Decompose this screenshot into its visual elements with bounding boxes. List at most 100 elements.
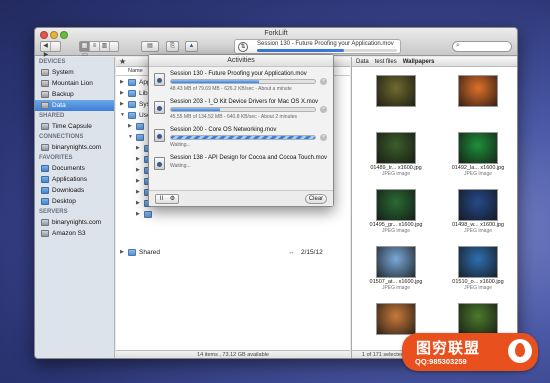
- activity-progress-bar: [170, 79, 316, 84]
- activity-name: Session 130 - Future Proofing your Appli…: [170, 71, 307, 77]
- thumbnail-item[interactable]: 01495_gr... x1600.jpg JPEG image: [356, 183, 436, 239]
- disclosure-triangle-icon[interactable]: ▶: [120, 77, 124, 88]
- gear-icon[interactable]: ⚙: [167, 195, 178, 203]
- activity-name: Session 200 - Core OS Networking.mov: [170, 127, 277, 133]
- sidebar-item[interactable]: Applications: [35, 174, 114, 185]
- sidebar-item[interactable]: Downloads: [35, 185, 114, 196]
- folder-icon: [128, 90, 136, 97]
- folder-icon: [128, 112, 136, 119]
- quicktime-file-icon: [154, 73, 165, 86]
- folder-icon: [136, 134, 144, 141]
- breadcrumb-item[interactable]: Data: [356, 59, 369, 65]
- pause-icon[interactable]: II: [156, 195, 167, 203]
- disclosure-triangle-icon[interactable]: ▶: [136, 187, 140, 198]
- back-forward-control[interactable]: ◀▶: [40, 41, 61, 58]
- thumbnail-item[interactable]: 01498_w... x1600.jpg JPEG image: [438, 183, 517, 239]
- cancel-activity-icon[interactable]: ×: [320, 134, 327, 141]
- thumbnail-kind: JPEG image: [381, 285, 411, 291]
- sidebar-item-label: Mountain Lion: [52, 80, 93, 87]
- name-column-header[interactable]: Name: [128, 68, 143, 74]
- thumbnail-image: [458, 75, 498, 107]
- activities-footer: II ⚙ Clear: [149, 190, 333, 206]
- list-view-icon[interactable]: ≡: [90, 42, 100, 51]
- breadcrumb-item[interactable]: Wallpapers: [403, 59, 435, 65]
- breadcrumb-item[interactable]: test files: [375, 59, 397, 65]
- server-icon: [41, 144, 49, 151]
- thumbnail-item[interactable]: 01510_o... x1600.jpg JPEG image: [438, 240, 517, 296]
- thumbnail-item[interactable]: 01492_la... x1600.jpg JPEG image: [438, 126, 517, 182]
- network-icon: [41, 123, 49, 130]
- sidebar-item-label: binarynights.com: [52, 144, 102, 151]
- upload-button[interactable]: ▲: [185, 41, 198, 52]
- folder-icon: [136, 123, 144, 130]
- thumbnail-item[interactable]: [438, 69, 517, 125]
- thumbnail-item[interactable]: [356, 69, 436, 125]
- thumbnail-image: [458, 132, 498, 164]
- sidebar-item[interactable]: Documents: [35, 163, 114, 174]
- right-file-pane: Data test files Wallpapers 01489_tr... x16…: [351, 57, 517, 358]
- sidebar-item[interactable]: Data: [35, 100, 114, 111]
- clear-button[interactable]: Clear: [305, 194, 327, 204]
- sidebar-item-label: Backup: [52, 91, 74, 98]
- sidebar-item[interactable]: Amazon S3: [35, 228, 114, 239]
- action-menu-button[interactable]: ▤: [141, 41, 159, 52]
- file-row[interactable]: ▶: [116, 209, 350, 220]
- disclosure-triangle-icon[interactable]: ▶: [136, 143, 140, 154]
- column-view-icon[interactable]: ▥: [100, 42, 110, 51]
- activity-item: Session 138 - API Design for Cocoa and C…: [152, 154, 330, 182]
- sidebar-item-label: Applications: [52, 176, 88, 183]
- disclosure-triangle-icon[interactable]: ▶: [120, 247, 124, 258]
- disclosure-triangle-icon[interactable]: ▶: [136, 176, 140, 187]
- thumbnail-image: [458, 189, 498, 221]
- sidebar-item-label: Downloads: [52, 187, 85, 194]
- sync-button[interactable]: ⎘: [166, 41, 179, 52]
- disclosure-triangle-icon[interactable]: ▶: [136, 198, 140, 209]
- disk-icon: [41, 102, 49, 109]
- disclosure-triangle-icon[interactable]: ▶: [136, 209, 140, 220]
- thumbnail-image: [376, 246, 416, 278]
- folder-icon: [128, 249, 136, 256]
- sidebar-item[interactable]: Desktop: [35, 196, 114, 207]
- activity-status-indicator[interactable]: ⇅ Session 130 - Future Proofing your App…: [234, 39, 401, 54]
- left-status-bar: 14 items , 73.12 GB available: [116, 350, 350, 358]
- cancel-activity-icon[interactable]: ×: [320, 106, 327, 113]
- file-name: Lib: [139, 90, 148, 97]
- favorite-star-icon[interactable]: ★: [119, 57, 126, 66]
- sidebar-item[interactable]: System: [35, 67, 114, 78]
- cancel-activity-icon[interactable]: ×: [320, 78, 327, 85]
- search-field[interactable]: ⌕: [452, 41, 512, 52]
- disclosure-triangle-icon[interactable]: ▼: [120, 110, 125, 121]
- disclosure-triangle-icon[interactable]: ▼: [128, 132, 133, 143]
- thumbnail-item[interactable]: 01507_at... x1600.jpg JPEG image: [356, 240, 436, 296]
- disclosure-triangle-icon[interactable]: ▶: [136, 165, 140, 176]
- pause-control[interactable]: II ⚙: [155, 194, 179, 204]
- server-icon: [41, 219, 49, 226]
- folder-icon: [41, 198, 49, 205]
- disclosure-triangle-icon[interactable]: ▶: [136, 154, 140, 165]
- sidebar-item[interactable]: binarynights.com: [35, 142, 114, 153]
- disk-icon: [41, 69, 49, 76]
- folder-icon: [128, 79, 136, 86]
- view-mode-control[interactable]: ▦ ≡ ▥▭: [79, 41, 119, 58]
- sidebar-item[interactable]: Mountain Lion: [35, 78, 114, 89]
- thumbnail-kind: JPEG image: [463, 171, 493, 177]
- quicktime-file-icon: [154, 101, 165, 114]
- disk-icon: [41, 80, 49, 87]
- activity-detail: 45.55 MB of 134.52 MB - 640.8 KB/sec - A…: [170, 114, 298, 120]
- sidebar-item[interactable]: binarynights.com: [35, 217, 114, 228]
- back-button[interactable]: ◀: [41, 42, 51, 51]
- disclosure-triangle-icon[interactable]: ▶: [120, 88, 124, 99]
- sidebar: DEVICES System Mountain Lion Backup Data SHAR…: [35, 57, 115, 358]
- activity-item: Session 200 - Core OS Networking.mov × Wai…: [152, 126, 330, 154]
- sidebar-item-label: System: [52, 69, 74, 76]
- thumbnail-item[interactable]: 01489_tr... x1600.jpg JPEG image: [356, 126, 436, 182]
- action-icon: ▤: [147, 43, 153, 49]
- disclosure-triangle-icon[interactable]: ▶: [128, 121, 132, 132]
- disclosure-triangle-icon[interactable]: ▶: [120, 99, 124, 110]
- sidebar-item[interactable]: Backup: [35, 89, 114, 100]
- folder-icon: [144, 211, 152, 218]
- quicktime-file-icon: [154, 157, 165, 170]
- file-row[interactable]: ▶ Shared ↔ 2/15/12: [116, 247, 350, 258]
- icon-view-icon[interactable]: ▦: [80, 42, 90, 51]
- sidebar-item[interactable]: Time Capsule: [35, 121, 114, 132]
